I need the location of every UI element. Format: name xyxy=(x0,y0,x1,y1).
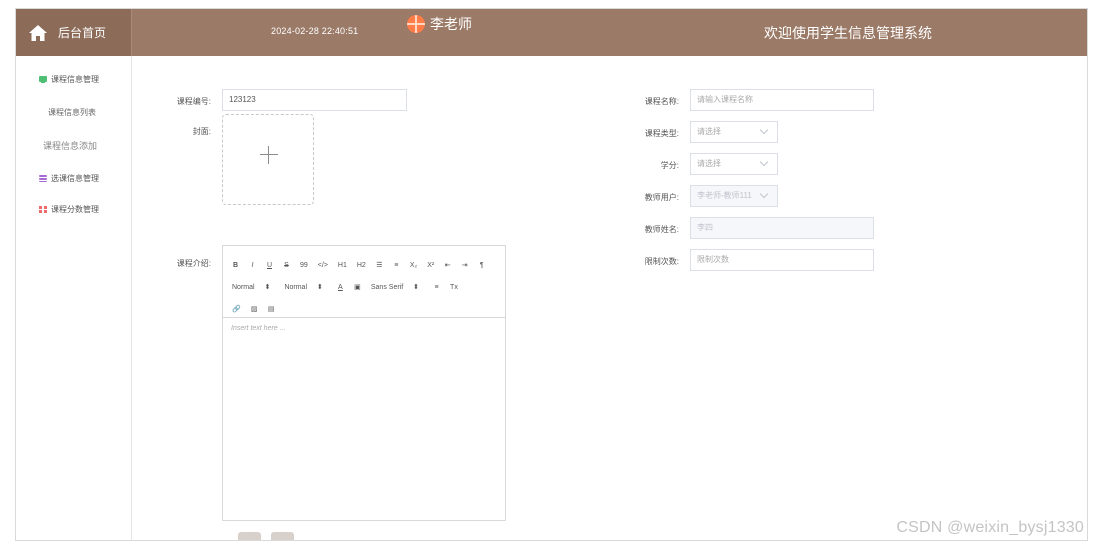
teacher-user-label: 教师用户: xyxy=(644,193,679,202)
font-select-value: Sans Serif xyxy=(370,283,404,291)
course-intro-label: 课程介绍: xyxy=(176,259,211,268)
size-select[interactable]: Normal ⬍ xyxy=(232,283,271,292)
underline-tool[interactable]: U xyxy=(266,262,273,269)
code-tool[interactable]: </> xyxy=(318,262,328,269)
welcome-title: 欢迎使用学生信息管理系统 xyxy=(764,25,932,41)
superscript-tool[interactable]: X² xyxy=(427,262,434,269)
select-caret-icon: ⬍ xyxy=(317,284,323,291)
credit-placeholder: 请选择 xyxy=(697,159,721,168)
home-icon xyxy=(29,24,47,41)
sidebar-item-course-score[interactable]: 课程分数管理 xyxy=(39,204,99,215)
watermark: CSDN @weixin_bysj1330 xyxy=(896,519,1084,536)
credit-select[interactable]: 请选择 xyxy=(690,153,778,175)
editor-placeholder: Insert text here ... xyxy=(231,325,286,332)
course-type-placeholder: 请选择 xyxy=(697,127,721,136)
font-select[interactable]: Sans Serif ⬍ xyxy=(370,283,420,292)
sidebar-subitem-course-add[interactable]: 课程信息添加 xyxy=(43,139,97,152)
course-score-icon xyxy=(39,206,47,213)
sidebar-label-course-selection: 选课信息管理 xyxy=(51,174,99,183)
sidebar-item-course-selection[interactable]: 选课信息管理 xyxy=(39,173,99,184)
chevron-down-icon xyxy=(759,157,769,167)
teacher-user-select: 李老师-教师111 xyxy=(690,185,778,207)
image-icon[interactable]: ▨ xyxy=(251,305,258,313)
course-name-label: 课程名称: xyxy=(644,97,679,106)
plus-icon xyxy=(260,146,278,164)
limit-count-label: 限制次数: xyxy=(644,257,679,266)
select-caret-icon: ⬍ xyxy=(413,284,420,291)
course-form: 课程编号: 123123 封面: 课程介绍: B I U S 99 </> H1… xyxy=(133,56,1087,540)
font-color-tool[interactable]: A xyxy=(337,284,344,291)
italic-tool[interactable]: I xyxy=(249,262,256,269)
chevron-down-icon xyxy=(759,189,769,199)
home-button[interactable]: 后台首页 xyxy=(16,9,132,56)
blockquote-tool[interactable]: 99 xyxy=(300,262,308,269)
course-selection-icon xyxy=(39,175,47,182)
clear-format-tool[interactable]: Tx xyxy=(450,284,458,291)
video-icon[interactable]: ▤ xyxy=(268,305,275,313)
teacher-name-input: 李四 xyxy=(690,217,874,239)
bullet-list-tool[interactable]: ≡ xyxy=(393,262,400,269)
editor-toolbar-row-1: B I U S 99 </> H1 H2 ☰ ≡ X₂ X² ⇤ ⇥ ¶ xyxy=(232,254,498,276)
course-no-label: 课程编号: xyxy=(176,97,211,106)
teacher-user-value: 李老师-教师111 xyxy=(697,191,752,200)
sidebar: 课程信息管理 课程信息列表 课程信息添加 选课信息管理 课程分数管理 xyxy=(16,56,132,540)
heading2-tool[interactable]: H2 xyxy=(357,262,366,269)
sidebar-item-course-info[interactable]: 课程信息管理 xyxy=(39,74,99,85)
strike-tool[interactable]: S xyxy=(283,262,290,269)
limit-count-input[interactable]: 限制次数 xyxy=(690,249,874,271)
sidebar-subitem-course-list[interactable]: 课程信息列表 xyxy=(48,107,96,118)
select-caret-icon: ⬍ xyxy=(264,284,271,291)
background-color-tool[interactable]: ▣ xyxy=(354,283,361,291)
header-select[interactable]: Normal ⬍ xyxy=(284,283,323,292)
teacher-name-label: 教师姓名: xyxy=(644,225,679,234)
editor-toolbar-row-3: 🔗 ▨ ▤ xyxy=(232,298,498,320)
text-direction-tool[interactable]: ¶ xyxy=(478,262,485,269)
align-tool[interactable]: ≡ xyxy=(433,284,440,291)
header-datetime: 2024-02-28 22:40:51 xyxy=(271,26,359,36)
rich-text-editor[interactable]: B I U S 99 </> H1 H2 ☰ ≡ X₂ X² ⇤ ⇥ ¶ Nor… xyxy=(222,245,506,521)
course-no-input[interactable]: 123123 xyxy=(222,89,407,111)
cover-label: 封面: xyxy=(192,127,211,136)
course-name-input[interactable]: 请输入课程名称 xyxy=(690,89,874,111)
sidebar-label-course-score: 课程分数管理 xyxy=(51,205,99,214)
indent-tool[interactable]: ⇥ xyxy=(461,261,468,269)
application-window: 后台首页 2024-02-28 22:40:51 李老师 欢迎使用学生信息管理系… xyxy=(15,8,1088,541)
heading1-tool[interactable]: H1 xyxy=(338,262,347,269)
ordered-list-tool[interactable]: ☰ xyxy=(376,261,383,269)
chevron-down-icon xyxy=(759,125,769,135)
current-user-name: 李老师 xyxy=(430,16,472,32)
credit-label: 学分: xyxy=(660,161,679,170)
sidebar-label-course-info: 课程信息管理 xyxy=(51,75,99,84)
size-select-value: Normal xyxy=(232,283,255,291)
avatar-icon xyxy=(407,15,425,33)
home-label: 后台首页 xyxy=(58,26,107,40)
course-type-select[interactable]: 请选择 xyxy=(690,121,778,143)
submit-button[interactable] xyxy=(238,532,261,540)
bold-tool[interactable]: B xyxy=(232,262,239,269)
cover-upload[interactable] xyxy=(222,114,314,205)
top-header: 后台首页 2024-02-28 22:40:51 李老师 欢迎使用学生信息管理系… xyxy=(16,9,1087,56)
header-select-value: Normal xyxy=(284,283,307,291)
current-user: 李老师 xyxy=(407,14,472,34)
link-icon[interactable]: 🔗 xyxy=(232,305,241,313)
subscript-tool[interactable]: X₂ xyxy=(410,262,417,269)
editor-toolbar: B I U S 99 </> H1 H2 ☰ ≡ X₂ X² ⇤ ⇥ ¶ Nor… xyxy=(223,246,505,318)
reset-button[interactable] xyxy=(271,532,294,540)
outdent-tool[interactable]: ⇤ xyxy=(444,261,451,269)
editor-toolbar-row-2: Normal ⬍ Normal ⬍ A ▣ Sans Serif ⬍ ≡ Tx xyxy=(232,276,498,298)
course-info-icon xyxy=(39,76,47,83)
course-type-label: 课程类型: xyxy=(644,129,679,138)
